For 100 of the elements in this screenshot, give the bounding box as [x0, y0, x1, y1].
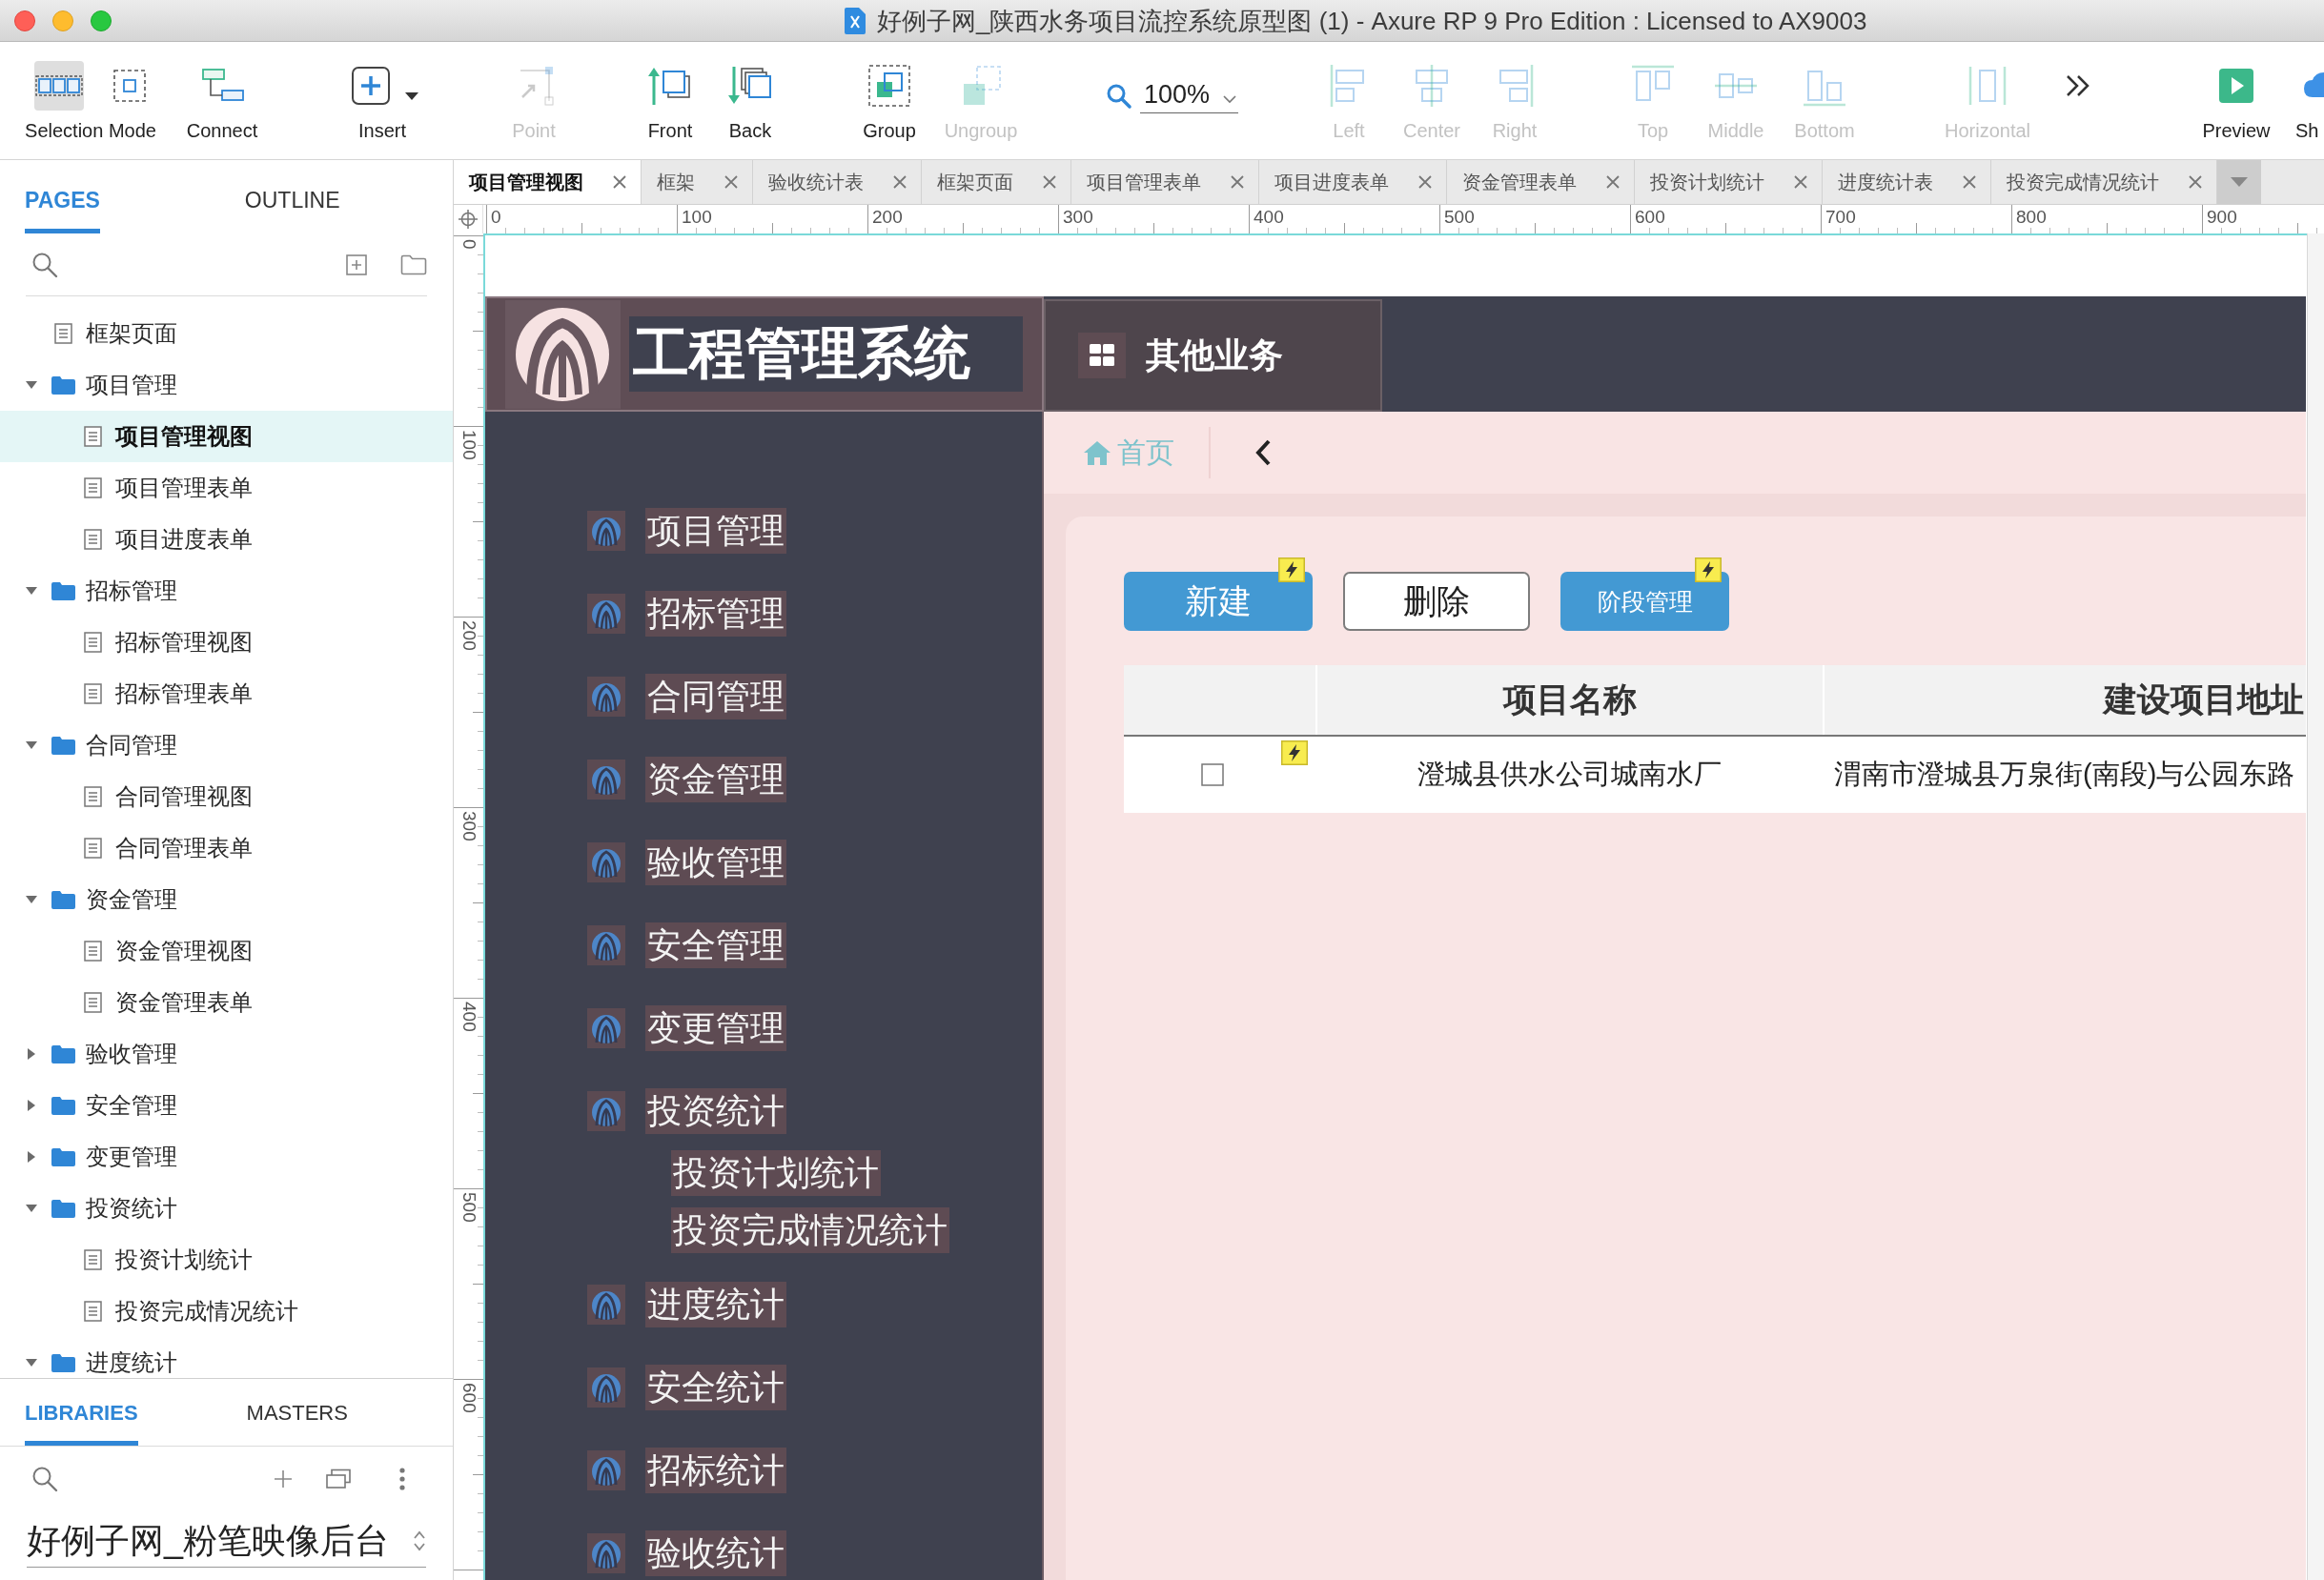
page-tree-item[interactable]: 资金管理 [0, 874, 453, 925]
page-tree-item[interactable]: 项目管理表单 [0, 462, 453, 514]
menu-item[interactable]: 资金管理 [645, 756, 786, 802]
document-tab[interactable]: 框架页面 [922, 160, 1071, 204]
tab-list-button[interactable] [2217, 160, 2261, 204]
page-icon [84, 1249, 102, 1270]
close-icon[interactable] [724, 174, 739, 190]
document-tab[interactable]: 框架 [642, 160, 753, 204]
menu-item[interactable]: 招标管理 [645, 590, 786, 637]
page-tree-item[interactable]: 合同管理 [0, 719, 453, 771]
ruler-label: 900 [2207, 207, 2237, 227]
menu-item[interactable]: 合同管理 [645, 673, 786, 719]
emblem-icon [587, 924, 625, 965]
menu-item[interactable]: 验收管理 [645, 839, 786, 885]
close-icon[interactable] [892, 174, 907, 190]
document-tab[interactable]: 验收统计表 [753, 160, 922, 204]
scrollbar-track[interactable] [2307, 233, 2324, 1580]
selection-squares-icon[interactable] [34, 61, 84, 111]
insert-button[interactable]: Insert [330, 42, 435, 142]
emblem-icon [587, 1367, 625, 1408]
menu-item[interactable]: 变更管理 [645, 1004, 786, 1051]
preview-button[interactable]: Preview [2191, 42, 2282, 142]
page-tree-item[interactable]: 安全管理 [0, 1080, 453, 1131]
close-icon[interactable] [1793, 174, 1808, 190]
action-button[interactable]: 删除 [1343, 572, 1530, 631]
page-tree-item[interactable]: 招标管理 [0, 565, 453, 617]
menu-item[interactable]: 验收统计 [645, 1529, 786, 1576]
document-tab[interactable]: 投资计划统计 [1635, 160, 1823, 204]
send-to-back-button[interactable]: Back [711, 42, 789, 142]
page-tree-item[interactable]: 资金管理视图 [0, 925, 453, 977]
close-icon[interactable] [2188, 174, 2203, 190]
page-tree-item[interactable]: 资金管理表单 [0, 977, 453, 1028]
close-icon[interactable] [1962, 174, 1977, 190]
folder-icon [51, 581, 75, 600]
menu-item[interactable]: 安全统计 [645, 1364, 786, 1410]
submenu-item[interactable]: 投资计划统计 [671, 1150, 881, 1196]
plus-icon[interactable] [274, 1469, 293, 1489]
group-button[interactable]: Group [844, 42, 935, 142]
ruler-label: 100 [682, 207, 712, 227]
menu-item[interactable]: 招标统计 [645, 1447, 786, 1493]
page-tree-item[interactable]: 招标管理表单 [0, 668, 453, 719]
ruler-label: 700 [1825, 207, 1856, 227]
ruler-label: 300 [459, 811, 479, 841]
page-tree-item[interactable]: 项目进度表单 [0, 514, 453, 565]
library-dropdown[interactable]: 好例子网_粉笔映像后台 [27, 1515, 426, 1568]
page-tree-item[interactable]: 框架页面 [0, 308, 453, 359]
page-tree-item[interactable]: 合同管理表单 [0, 822, 453, 874]
share-button[interactable]: Sh [2295, 42, 2324, 142]
close-icon[interactable] [1417, 174, 1433, 190]
menu-item[interactable]: 项目管理 [645, 507, 786, 554]
page-tree-item[interactable]: 合同管理视图 [0, 771, 453, 822]
ruler-label: 0 [459, 239, 479, 250]
document-tab[interactable]: 项目管理表单 [1071, 160, 1259, 204]
panel-tab[interactable]: LIBRARIES [25, 1379, 138, 1446]
menu-item[interactable]: 进度统计 [645, 1281, 786, 1327]
document-tab[interactable]: 进度统计表 [1823, 160, 1991, 204]
folder-icon [51, 1044, 75, 1063]
page-tree-item[interactable]: 进度统计 [0, 1337, 453, 1378]
menu-item[interactable]: 安全管理 [645, 922, 786, 968]
search-icon[interactable] [31, 251, 58, 278]
close-icon[interactable] [1042, 174, 1057, 190]
submenu-item[interactable]: 投资完成情况统计 [671, 1207, 949, 1253]
search-icon[interactable] [31, 1466, 58, 1492]
close-window-icon[interactable] [14, 10, 35, 31]
add-page-icon[interactable] [345, 253, 368, 276]
zoom-window-icon[interactable] [91, 10, 112, 31]
close-icon[interactable] [1230, 174, 1245, 190]
checkbox[interactable] [1200, 763, 1224, 786]
page-tree-item[interactable]: 投资计划统计 [0, 1234, 453, 1286]
selection-mode-button[interactable]: Selection Mode [11, 42, 170, 142]
other-business-tab[interactable]: 其他业务 [1044, 299, 1382, 412]
bring-to-front-button[interactable]: Front [629, 42, 711, 142]
menu-item[interactable]: 投资统计 [645, 1087, 786, 1134]
page-tree-item[interactable]: 验收管理 [0, 1028, 453, 1080]
chevron-left-icon[interactable] [1254, 438, 1272, 467]
document-tab[interactable]: 项目进度表单 [1259, 160, 1447, 204]
page-tree-item[interactable]: 变更管理 [0, 1131, 453, 1183]
close-icon[interactable] [612, 174, 627, 190]
panel-tab[interactable]: OUTLINE [244, 160, 340, 233]
page-tree-item[interactable]: 项目管理 [0, 359, 453, 411]
document-tab[interactable]: 资金管理表单 [1447, 160, 1635, 204]
page-tree-item[interactable]: 招标管理视图 [0, 617, 453, 668]
connect-button[interactable]: Connect [170, 42, 275, 142]
page-tree-item[interactable]: 投资完成情况统计 [0, 1286, 453, 1337]
ruler-label: 100 [459, 430, 479, 460]
ruler-label: 0 [491, 207, 501, 227]
caret-down-icon[interactable] [405, 91, 418, 101]
more-vertical-icon[interactable] [399, 1468, 405, 1490]
add-folder-icon[interactable] [400, 253, 427, 275]
document-tab[interactable]: 项目管理视图 [454, 160, 642, 204]
page-tree-item[interactable]: 项目管理视图 [0, 411, 453, 462]
stacked-windows-icon[interactable] [325, 1469, 352, 1489]
emblem-icon [587, 1532, 625, 1573]
panel-tab[interactable]: MASTERS [246, 1379, 348, 1446]
search-icon[interactable] [1106, 82, 1132, 110]
panel-tab[interactable]: PAGES [25, 160, 100, 233]
folder-icon [51, 1199, 75, 1218]
close-icon[interactable] [1605, 174, 1621, 190]
zoom-dropdown[interactable]: 100% [1140, 78, 1239, 113]
page-tree-item[interactable]: 投资统计 [0, 1183, 453, 1234]
